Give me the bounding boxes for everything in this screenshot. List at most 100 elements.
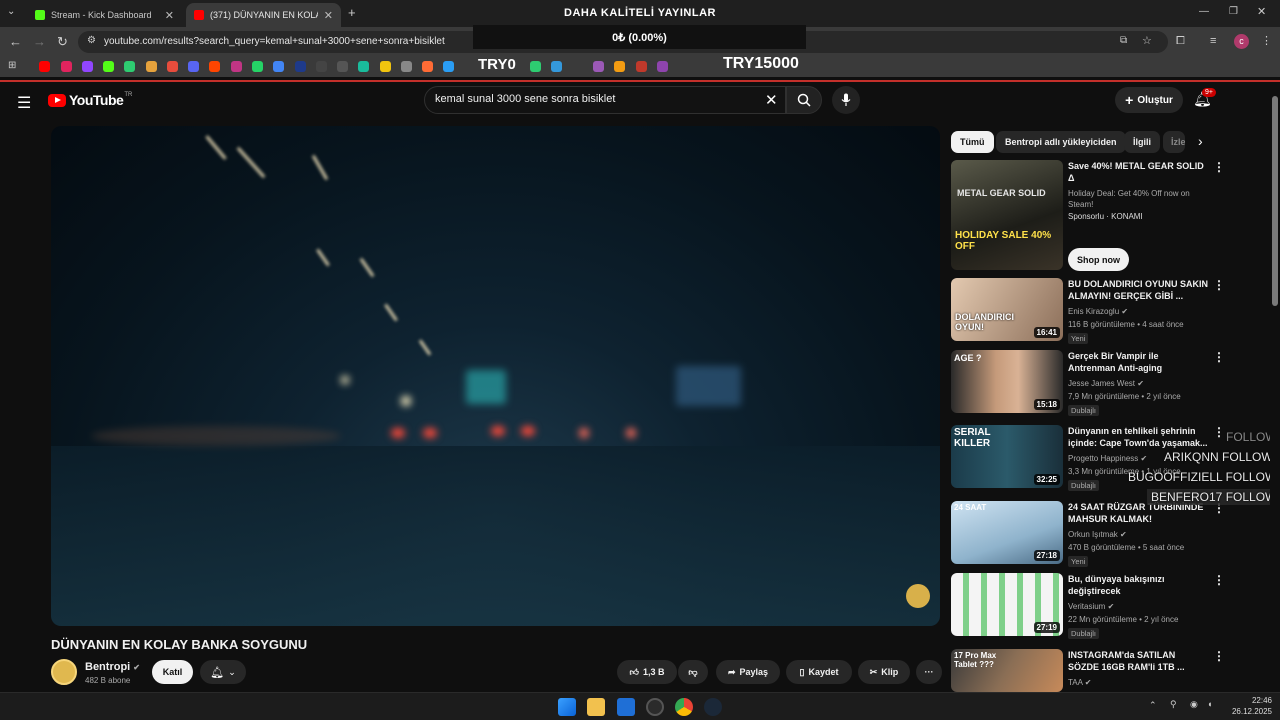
more-options-icon[interactable]: ⋮ xyxy=(1213,278,1225,292)
bookmark-icon[interactable] xyxy=(593,61,604,72)
bookmark-icon[interactable] xyxy=(316,61,327,72)
save-button[interactable]: ▯ Kaydet xyxy=(786,660,852,684)
bookmark-icon[interactable] xyxy=(657,61,668,72)
shop-now-button[interactable]: Shop now xyxy=(1068,248,1129,271)
close-tab-icon[interactable]: ✕ xyxy=(165,9,174,22)
bookmark-icon[interactable] xyxy=(636,61,647,72)
media-icon[interactable]: ≡ xyxy=(1210,35,1216,47)
browser-menu-icon[interactable]: ⋮ xyxy=(1261,34,1272,47)
steam-icon[interactable] xyxy=(704,698,722,716)
create-button[interactable]: + Oluştur xyxy=(1115,87,1183,113)
chevron-right-icon[interactable]: › xyxy=(1198,133,1203,149)
more-options-icon[interactable]: ⋮ xyxy=(1213,350,1225,364)
clip-button[interactable]: ✂ Klip xyxy=(858,660,910,684)
chip-related[interactable]: İlgili xyxy=(1124,131,1160,153)
system-clock[interactable]: 22:46 26.12.2025 xyxy=(1224,695,1272,717)
search-box[interactable]: kemal sunal 3000 sene sonra bisiklet ✕ xyxy=(424,86,786,114)
new-tab-button[interactable]: + xyxy=(348,5,356,20)
back-icon[interactable]: ← xyxy=(9,34,22,49)
tab-youtube-video[interactable]: (371) DÜNYANIN EN KOLAY BA ✕ xyxy=(186,3,341,27)
video-thumbnail[interactable]: 27:19 xyxy=(951,573,1063,636)
bookmark-icon[interactable] xyxy=(61,61,72,72)
bookmark-icon[interactable] xyxy=(530,61,541,72)
channel-watermark-icon[interactable] xyxy=(906,584,930,608)
recommendation-item[interactable]: AGE ? 15:18 Gerçek Bir Vampir ile Antren… xyxy=(951,350,1231,416)
recommendation-item[interactable]: 17 Pro Max Tablet ??? INSTAGRAM'da SATIL… xyxy=(951,649,1231,692)
video-thumbnail[interactable]: AGE ? 15:18 xyxy=(951,350,1063,413)
bookmark-whatsapp-icon[interactable] xyxy=(252,61,263,72)
tab-kick-dashboard[interactable]: Stream - Kick Dashboard ✕ xyxy=(27,3,182,27)
page-scrollbar[interactable] xyxy=(1270,82,1280,692)
subscription-bell-button[interactable]: 🔔︎ ⌄ xyxy=(200,660,246,684)
profile-avatar[interactable]: c xyxy=(1234,34,1249,49)
bookmark-icon[interactable] xyxy=(422,61,433,72)
bookmark-icon[interactable] xyxy=(551,61,562,72)
bookmark-icon[interactable] xyxy=(358,61,369,72)
share-button[interactable]: ➦ Paylaş xyxy=(716,660,780,684)
bookmark-icon[interactable] xyxy=(124,61,135,72)
bookmark-instagram-icon[interactable] xyxy=(231,61,242,72)
channel-name[interactable]: Veritasium ✔ xyxy=(1068,602,1114,611)
recommendation-item[interactable]: 27:19 Bu, dünyaya bakışınızı değiştirece… xyxy=(951,573,1231,639)
more-options-icon[interactable]: ⋮ xyxy=(1213,573,1225,587)
forward-icon[interactable]: → xyxy=(33,34,46,49)
video-thumbnail[interactable]: SERIAL KILLER 32:25 xyxy=(951,425,1063,488)
more-options-icon[interactable]: ⋮ xyxy=(1213,160,1225,174)
extensions-icon[interactable]: ⧠ xyxy=(1176,35,1185,48)
bookmark-icon[interactable] xyxy=(443,61,454,72)
video-thumbnail[interactable]: DOLANDIRICI OYUN! 16:41 xyxy=(951,278,1063,341)
bookmark-star-icon[interactable]: ☆ xyxy=(1142,34,1152,47)
scrollbar-thumb[interactable] xyxy=(1272,96,1278,306)
search-button[interactable] xyxy=(786,86,822,114)
like-button[interactable]: 👍︎ 1,3 B xyxy=(617,660,677,684)
channel-name[interactable]: TAA ✔ xyxy=(1068,678,1091,687)
reload-icon[interactable]: ↻ xyxy=(57,34,68,50)
app-icon[interactable] xyxy=(617,698,635,716)
channel-name[interactable]: Orkun Işıtmak ✔ xyxy=(1068,530,1127,539)
wifi-icon[interactable]: ◉ xyxy=(1190,699,1198,710)
bookmark-twitch-icon[interactable] xyxy=(82,61,93,72)
recommendation-item[interactable]: DOLANDIRICI OYUN! 16:41 BU DOLANDIRICI O… xyxy=(951,278,1231,344)
ad-thumbnail[interactable]: METAL GEAR SOLID HOLIDAY SALE 40% OFF xyxy=(951,160,1063,270)
bookmark-icon[interactable] xyxy=(337,61,348,72)
hamburger-menu-icon[interactable]: ☰ xyxy=(17,93,31,113)
minimize-icon[interactable]: — xyxy=(1199,6,1209,17)
more-actions-button[interactable]: ··· xyxy=(916,660,942,684)
video-thumbnail[interactable]: 24 SAAT 27:18 xyxy=(951,501,1063,564)
bookmark-icon[interactable] xyxy=(167,61,178,72)
apps-grid-icon[interactable]: ⊞ xyxy=(8,60,16,71)
channel-name[interactable]: Jesse James West ✔ xyxy=(1068,379,1144,388)
youtube-logo[interactable]: YouTube TR xyxy=(48,92,132,108)
search-input[interactable]: kemal sunal 3000 sene sonra bisiklet xyxy=(435,93,615,105)
recommendation-item[interactable]: 24 SAAT 27:18 24 SAAT RÜZGAR TÜRBİNİNDE … xyxy=(951,501,1231,567)
close-tab-icon[interactable]: ✕ xyxy=(324,9,333,22)
show-hidden-icons-icon[interactable]: ⌃ xyxy=(1149,700,1157,711)
maximize-icon[interactable]: ❐ xyxy=(1229,6,1238,17)
join-button[interactable]: Katıl xyxy=(152,660,193,684)
voice-search-button[interactable] xyxy=(832,86,860,114)
bookmark-discord-icon[interactable] xyxy=(188,61,199,72)
chip-all[interactable]: Tümü xyxy=(951,131,994,153)
bookmark-icon[interactable] xyxy=(146,61,157,72)
obs-icon[interactable] xyxy=(646,698,664,716)
bookmark-icon[interactable] xyxy=(295,61,306,72)
chip-watched[interactable]: İzle xyxy=(1163,131,1185,153)
more-options-icon[interactable]: ⋮ xyxy=(1213,649,1225,663)
channel-name[interactable]: Progetto Happiness ✔ xyxy=(1068,454,1147,463)
bookmark-icon[interactable] xyxy=(401,61,412,72)
video-player[interactable] xyxy=(51,126,940,626)
close-window-icon[interactable]: ✕ xyxy=(1257,5,1266,18)
chip-from-uploader[interactable]: Bentropi adlı yükleyiciden xyxy=(996,131,1126,153)
bookmark-google-icon[interactable] xyxy=(273,61,284,72)
volume-icon[interactable]: ◖ xyxy=(1207,699,1212,709)
tab-list-icon[interactable]: ⌄ xyxy=(7,6,15,17)
recommendation-ad[interactable]: METAL GEAR SOLID HOLIDAY SALE 40% OFF Sa… xyxy=(951,160,1231,272)
bookmark-kick-icon[interactable] xyxy=(103,61,114,72)
install-icon[interactable]: ⧉ xyxy=(1120,35,1127,46)
dislike-button[interactable]: 👎︎ xyxy=(678,660,708,684)
tray-icon[interactable]: ⚲ xyxy=(1170,699,1177,710)
bookmark-youtube-icon[interactable] xyxy=(39,61,50,72)
more-options-icon[interactable]: ⋮ xyxy=(1213,425,1225,439)
chrome-icon[interactable] xyxy=(675,698,693,716)
video-thumbnail[interactable]: 17 Pro Max Tablet ??? xyxy=(951,649,1063,692)
